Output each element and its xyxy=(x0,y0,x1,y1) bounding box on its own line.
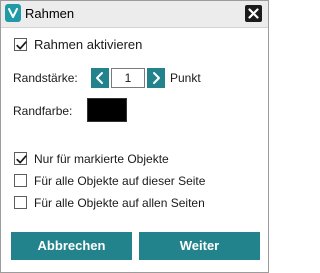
chevron-right-icon xyxy=(153,72,160,84)
border-width-increment-button[interactable] xyxy=(147,68,165,88)
scope-selected-objects-checkbox[interactable] xyxy=(14,152,27,165)
checkmark-icon xyxy=(16,41,27,50)
cancel-button[interactable]: Abbrechen xyxy=(11,232,132,260)
scope-all-pages-label[interactable]: Für alle Objekte auf allen Seiten xyxy=(34,196,205,210)
scope-this-page-checkbox[interactable] xyxy=(14,174,27,187)
title-bar: Rahmen xyxy=(1,1,268,28)
chevron-left-icon xyxy=(96,72,103,84)
border-width-label: Randstärke: xyxy=(13,71,78,85)
border-color-label: Randfarbe: xyxy=(13,104,73,118)
app-logo-icon xyxy=(5,4,21,22)
scope-all-pages-checkbox[interactable] xyxy=(14,196,27,209)
scope-this-page-label[interactable]: Für alle Objekte auf dieser Seite xyxy=(34,174,205,188)
window-title: Rahmen xyxy=(25,6,75,21)
border-width-unit: Punkt xyxy=(170,71,201,85)
checkmark-icon xyxy=(16,155,27,164)
continue-button[interactable]: Weiter xyxy=(139,232,260,260)
close-icon xyxy=(248,8,259,19)
scope-selected-objects-label[interactable]: Nur für markierte Objekte xyxy=(34,152,169,166)
enable-frame-label[interactable]: Rahmen aktivieren xyxy=(34,37,142,52)
frame-dialog: Rahmen Rahmen aktivieren Randstärke: 1 P… xyxy=(0,0,269,273)
close-button[interactable] xyxy=(245,5,262,22)
border-color-swatch[interactable] xyxy=(87,98,127,122)
enable-frame-checkbox[interactable] xyxy=(14,38,27,51)
border-width-decrement-button[interactable] xyxy=(91,68,109,88)
border-width-input[interactable]: 1 xyxy=(111,68,145,88)
